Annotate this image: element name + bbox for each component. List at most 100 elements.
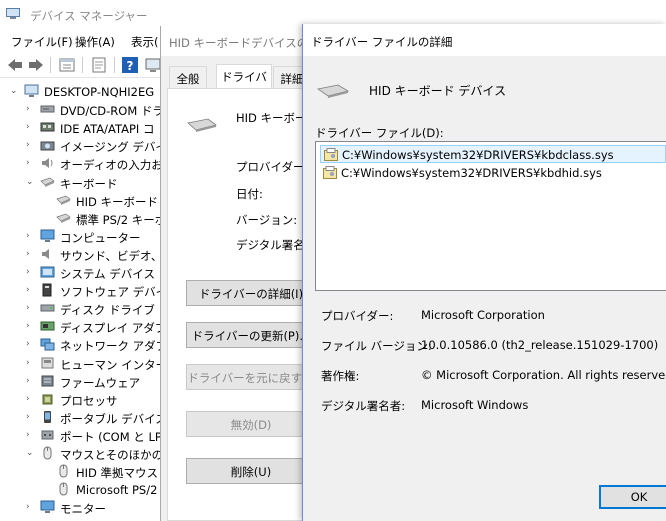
tree-item-label: サウンド、ビデオ、およ (60, 248, 170, 263)
expand-closed-icon[interactable]: › (26, 158, 36, 168)
expand-closed-icon[interactable]: › (26, 321, 36, 331)
tree-item-label: IDE ATA/ATAPI コ (60, 122, 155, 137)
uninstall-button[interactable]: 削除(U) (186, 458, 316, 484)
menu-view[interactable]: 表示( (131, 34, 159, 50)
expand-closed-icon[interactable]: › (26, 339, 36, 349)
tree-item-label: モニター (60, 502, 106, 517)
driver-details-button[interactable]: ドライバーの詳細(I) (186, 280, 316, 306)
file-version-value: 10.0.10586.0 (th2_release.151029-1700) (421, 338, 659, 352)
keyboard-icon (317, 84, 349, 98)
tree-item[interactable]: › DVD/CD-ROM ドラ (0, 101, 170, 119)
tree-item[interactable]: › ポート (COM と LPT (0, 427, 170, 445)
date-label: 日付: (236, 187, 263, 201)
tree-item[interactable]: › ファームウェア (0, 373, 170, 391)
expand-closed-icon[interactable]: › (26, 267, 36, 277)
driver-files-list[interactable]: C:¥Windows¥system32¥DRIVERS¥kbdclass.sys… (315, 141, 666, 291)
expand-closed-icon[interactable]: › (26, 358, 36, 368)
tree-item[interactable]: › ディスク ドライブ (0, 300, 170, 318)
tab-driver[interactable]: ドライバー (216, 64, 272, 100)
update-driver-icon[interactable] (90, 56, 108, 74)
expand-closed-icon[interactable]: › (26, 502, 36, 512)
tab-general[interactable]: 全般 (169, 66, 207, 88)
driver-file-item[interactable]: C:¥Windows¥system32¥DRIVERS¥kbdhid.sys (320, 164, 666, 182)
tree-item[interactable]: › オーディオの入力およ (0, 155, 170, 173)
properties-titlebar: HID キーボードデバイスのプロパ (161, 26, 343, 56)
ide-controller-icon (40, 122, 55, 132)
expand-open-icon[interactable]: ⌄ (26, 177, 36, 187)
tree-item[interactable]: › ネットワーク アダプター (0, 336, 170, 354)
dvd-drive-icon (40, 105, 55, 113)
software-device-icon (42, 283, 52, 297)
menu-file[interactable]: ファイル(F) (11, 34, 73, 50)
expand-closed-icon[interactable]: › (26, 140, 36, 150)
dialog-titlebar: ドライバー ファイルの詳細 (303, 24, 666, 56)
expand-closed-icon[interactable]: › (26, 249, 36, 259)
menu-action[interactable]: 操作(A) (75, 34, 115, 50)
portable-device-icon (44, 410, 51, 423)
tree-item[interactable]: › IDE ATA/ATAPI コ (0, 119, 170, 137)
tree-item[interactable]: Microsoft PS/2 (0, 481, 170, 499)
expand-closed-icon[interactable]: › (26, 394, 36, 404)
driver-file-item[interactable]: C:¥Windows¥system32¥DRIVERS¥kbdclass.sys (320, 145, 666, 163)
expand-closed-icon[interactable]: › (26, 285, 36, 295)
tree-item-label: HID 準拠マウス (76, 466, 159, 481)
device-manager-title: デバイス マネージャー (30, 9, 148, 23)
tree-item-label: ヒューマン インターフェ (60, 357, 170, 372)
mouse-icon (43, 446, 52, 460)
expand-closed-icon[interactable]: › (26, 412, 36, 422)
tree-item[interactable]: HID 準拠マウス (0, 463, 170, 481)
properties-view-icon[interactable] (58, 56, 76, 74)
expand-closed-icon[interactable]: › (26, 231, 36, 241)
tree-item-label: キーボード (60, 176, 118, 191)
camera-icon (40, 141, 55, 151)
expand-closed-icon[interactable]: › (26, 303, 36, 313)
tree-item[interactable]: ⌄ DESKTOP-NQHI2EG (0, 83, 170, 101)
tree-item-label: マウスとそのほかのポ (60, 448, 170, 462)
processor-icon (42, 394, 53, 405)
tree-item[interactable]: › イメージング デバイス (0, 137, 170, 155)
tree-item-label: DVD/CD-ROM ドラ (60, 104, 164, 119)
tree-item[interactable]: › ソフトウェア デバイス (0, 282, 170, 300)
file-version-label: ファイル バージョン: (321, 339, 432, 353)
expand-closed-icon[interactable]: › (26, 122, 36, 132)
mouse-icon (59, 464, 68, 478)
tree-item[interactable]: › ヒューマン インターフェ (0, 355, 170, 373)
tree-item[interactable]: HID キーボード デ (0, 192, 170, 210)
tree-item[interactable]: 標準 PS/2 キーボ (0, 210, 170, 228)
disable-button[interactable]: 無効(D) (186, 411, 316, 437)
digital-signer-value: Microsoft Windows (421, 398, 529, 412)
keyboard-icon (187, 118, 217, 132)
roll-back-driver-button[interactable]: ドライバーを元に戻す(R (186, 364, 316, 390)
monitor-icon (40, 500, 55, 514)
provider-label: プロバイダー: (321, 309, 394, 323)
tree-item[interactable]: › ポータブル デバイス (0, 409, 170, 427)
tree-item[interactable]: ⌄ キーボード (0, 174, 170, 192)
help-icon[interactable]: ? (121, 56, 139, 74)
tree-item[interactable]: › モニター (0, 499, 170, 517)
expand-closed-icon[interactable]: › (26, 104, 36, 114)
driver-file-details-dialog: ドライバー ファイルの詳細 HID キーボード デバイス ドライバー ファイル(… (302, 24, 666, 521)
driver-file-path: C:¥Windows¥system32¥DRIVERS¥kbdhid.sys (341, 166, 602, 180)
tree-item[interactable]: › コンピューター (0, 228, 170, 246)
update-driver-button[interactable]: ドライバーの更新(P)... (186, 322, 316, 348)
tree-item-label: イメージング デバイス (60, 140, 170, 155)
tree-item[interactable]: ⌄ マウスとそのほかのポ (0, 445, 170, 463)
device-name: HID キーボード デバイス (369, 84, 507, 98)
forward-arrow-icon[interactable] (27, 56, 45, 74)
expand-open-icon[interactable]: ⌄ (10, 86, 20, 96)
expand-closed-icon[interactable]: › (26, 376, 36, 386)
expand-closed-icon[interactable]: › (26, 430, 36, 440)
driver-tab-panel: HID キーボード プロバイダー: 日付: バージョン: デジタル署名者 ドライ… (167, 88, 318, 521)
tree-item[interactable]: › プロセッサ (0, 391, 170, 409)
toolbar-separator (114, 57, 115, 73)
tree-item[interactable]: › ディスプレイ アダプター (0, 318, 170, 336)
tree-item[interactable]: › システム デバイス (0, 264, 170, 282)
tree-item-label: ディスプレイ アダプター (60, 321, 170, 336)
display-adapter-icon (40, 321, 55, 331)
expand-open-icon[interactable]: ⌄ (26, 448, 36, 458)
tree-item-label: HID キーボード デ (76, 194, 170, 209)
system-device-icon (40, 266, 55, 278)
tree-item[interactable]: › サウンド、ビデオ、およ (0, 246, 170, 264)
back-arrow-icon[interactable] (6, 56, 24, 74)
ok-button[interactable]: OK (599, 485, 666, 509)
